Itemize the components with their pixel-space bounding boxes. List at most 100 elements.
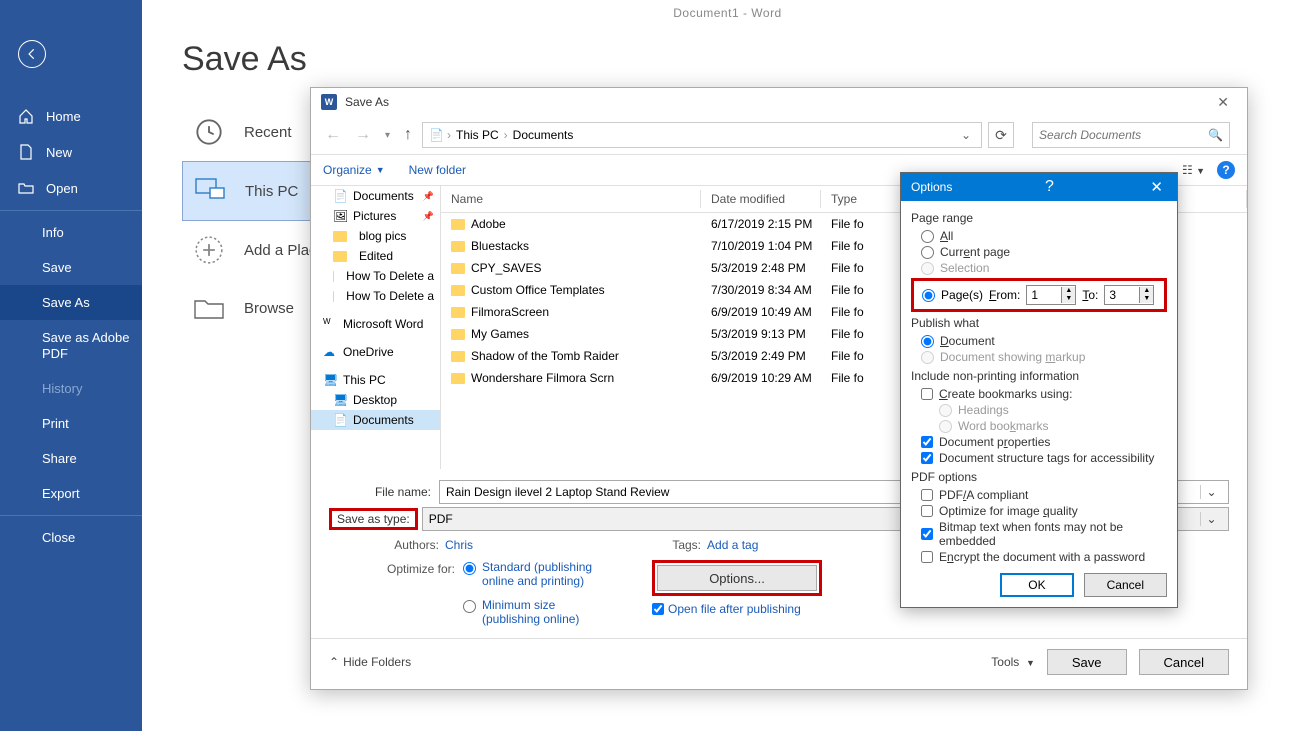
tree-item[interactable]: Edited — [311, 246, 440, 266]
col-name[interactable]: Name — [441, 190, 701, 208]
nav-home[interactable]: Home — [0, 98, 142, 134]
col-date[interactable]: Date modified — [701, 190, 821, 208]
search-icon[interactable]: 🔍 — [1208, 128, 1223, 142]
clock-icon — [192, 115, 226, 149]
radio-document[interactable]: Document — [911, 333, 1167, 349]
tools-dropdown[interactable]: Tools ▼ — [991, 655, 1035, 669]
search-input[interactable]: 🔍 — [1032, 122, 1230, 148]
nav-open[interactable]: Open — [0, 170, 142, 206]
nav-up-icon[interactable]: ↑ — [400, 126, 416, 144]
authors-value[interactable]: Chris — [445, 538, 473, 552]
close-icon[interactable]: ✕ — [1146, 178, 1167, 196]
help-icon[interactable]: ? — [1035, 178, 1064, 196]
hide-folders-button[interactable]: ⌃ Hide Folders — [329, 655, 411, 669]
nav-export[interactable]: Export — [0, 476, 142, 511]
tags-value[interactable]: Add a tag — [707, 538, 758, 552]
section-publish: Publish what — [911, 316, 1167, 330]
save-button[interactable]: Save — [1047, 649, 1127, 675]
tree-item[interactable]: How To Delete a — [311, 286, 440, 306]
desktop-icon: 🖥 — [333, 393, 347, 407]
nav-save[interactable]: Save — [0, 250, 142, 285]
down-icon[interactable]: ▼ — [1062, 295, 1075, 303]
section-pdf: PDF options — [911, 470, 1167, 484]
nav-row: ← → ▾ ↑ 📄 › This PC › Documents ⌄ ⟳ 🔍 — [311, 116, 1247, 155]
options-button[interactable]: Options... — [657, 565, 817, 591]
help-icon[interactable]: ? — [1217, 161, 1235, 179]
from-spinner[interactable]: ▲▼ — [1026, 285, 1076, 305]
opt-minimum[interactable]: Minimum size (publishing online) — [463, 598, 612, 626]
nav-share[interactable]: Share — [0, 441, 142, 476]
check-struct-tags[interactable]: Document structure tags for accessibilit… — [911, 450, 1167, 466]
up-icon[interactable]: ▲ — [1140, 287, 1153, 295]
dialog-footer: ⌃ Hide Folders Tools ▼ Save Cancel — [311, 638, 1247, 689]
check-bookmarks[interactable]: Create bookmarks using: — [911, 386, 1167, 402]
check-bitmap[interactable]: Bitmap text when fonts may not be embedd… — [911, 519, 1167, 549]
nav-save-adobe[interactable]: Save as Adobe PDF — [0, 320, 142, 371]
ok-button[interactable]: OK — [1000, 573, 1073, 597]
radio-selection: Selection — [911, 260, 1167, 276]
crumb-documents[interactable]: Documents — [511, 128, 576, 142]
back-button[interactable] — [18, 40, 46, 68]
tree-item[interactable]: 📄Documents — [311, 186, 440, 206]
nav-print[interactable]: Print — [0, 406, 142, 441]
chevron-down-icon[interactable]: ⌄ — [1200, 485, 1222, 499]
nav-new[interactable]: New — [0, 134, 142, 170]
dialog-title: Save As — [345, 95, 389, 109]
radio-all[interactable]: All — [911, 228, 1167, 244]
breadcrumb-dropdown-icon[interactable]: ⌄ — [957, 128, 975, 142]
check-encrypt[interactable]: Encrypt the document with a password — [911, 549, 1167, 565]
options-title: Options — [911, 180, 952, 194]
search-field[interactable] — [1039, 128, 1208, 142]
document-icon — [18, 144, 34, 160]
folder-icon — [333, 251, 347, 262]
cancel-button[interactable]: Cancel — [1084, 573, 1167, 597]
tree-item[interactable]: 🖥This PC — [311, 370, 440, 390]
breadcrumb[interactable]: 📄 › This PC › Documents ⌄ — [422, 122, 982, 148]
opt-standard[interactable]: Standard (publishing online and printing… — [463, 560, 612, 588]
folder-icon — [451, 307, 465, 318]
tree-item[interactable]: 🖥Desktop — [311, 390, 440, 410]
nav-info[interactable]: Info — [0, 215, 142, 250]
page-title: Save As — [182, 40, 1313, 79]
add-place-icon — [192, 233, 226, 267]
folder-icon: 📄 — [333, 189, 347, 203]
open-after-check[interactable]: Open file after publishing — [652, 602, 822, 616]
tree-item[interactable]: 📄Documents — [311, 410, 440, 430]
label: Open — [46, 181, 78, 196]
close-icon[interactable]: ✕ — [1209, 94, 1237, 111]
nav-history: History — [0, 371, 142, 406]
new-folder-button[interactable]: New folder — [409, 163, 466, 177]
onedrive-icon: ☁ — [323, 345, 337, 359]
tree-item[interactable]: WMicrosoft Word — [311, 314, 440, 334]
radio-current[interactable]: Current page — [911, 244, 1167, 260]
check-pdfa[interactable]: PDF/A compliant — [911, 487, 1167, 503]
pc-icon: 🖥 — [323, 373, 337, 387]
section-include: Include non-printing information — [911, 369, 1167, 383]
tree-item[interactable]: ☁OneDrive — [311, 342, 440, 362]
dropdown-history-icon[interactable]: ▾ — [381, 130, 394, 141]
view-button[interactable]: ☷ ▼ — [1182, 163, 1205, 177]
check-doc-props[interactable]: Document properties — [911, 434, 1167, 450]
chevron-up-icon: ⌃ — [329, 655, 339, 669]
organize-button[interactable]: Organize ▼ — [323, 163, 385, 177]
folder-icon — [333, 291, 334, 302]
label: Close — [42, 530, 75, 545]
crumb-this-pc[interactable]: This PC — [454, 128, 501, 142]
tree-item[interactable]: How To Delete a — [311, 266, 440, 286]
cancel-button[interactable]: Cancel — [1139, 649, 1229, 675]
tree-item[interactable]: 🖼Pictures — [311, 206, 440, 226]
to-spinner[interactable]: ▲▼ — [1104, 285, 1154, 305]
label: History — [42, 381, 82, 396]
tree-item[interactable]: blog pics — [311, 226, 440, 246]
check-iq[interactable]: Optimize for image quality — [911, 503, 1167, 519]
radio-pages[interactable]: Page(s) — [922, 288, 983, 302]
nav-save-as[interactable]: Save As — [0, 285, 142, 320]
authors-label: Authors: — [387, 538, 445, 552]
chevron-down-icon[interactable]: ⌄ — [1200, 512, 1222, 526]
up-icon[interactable]: ▲ — [1062, 287, 1075, 295]
down-icon[interactable]: ▼ — [1140, 295, 1153, 303]
folder-icon — [451, 219, 465, 230]
pictures-icon: 🖼 — [333, 209, 347, 223]
refresh-icon[interactable]: ⟳ — [988, 122, 1014, 148]
nav-close[interactable]: Close — [0, 520, 142, 555]
